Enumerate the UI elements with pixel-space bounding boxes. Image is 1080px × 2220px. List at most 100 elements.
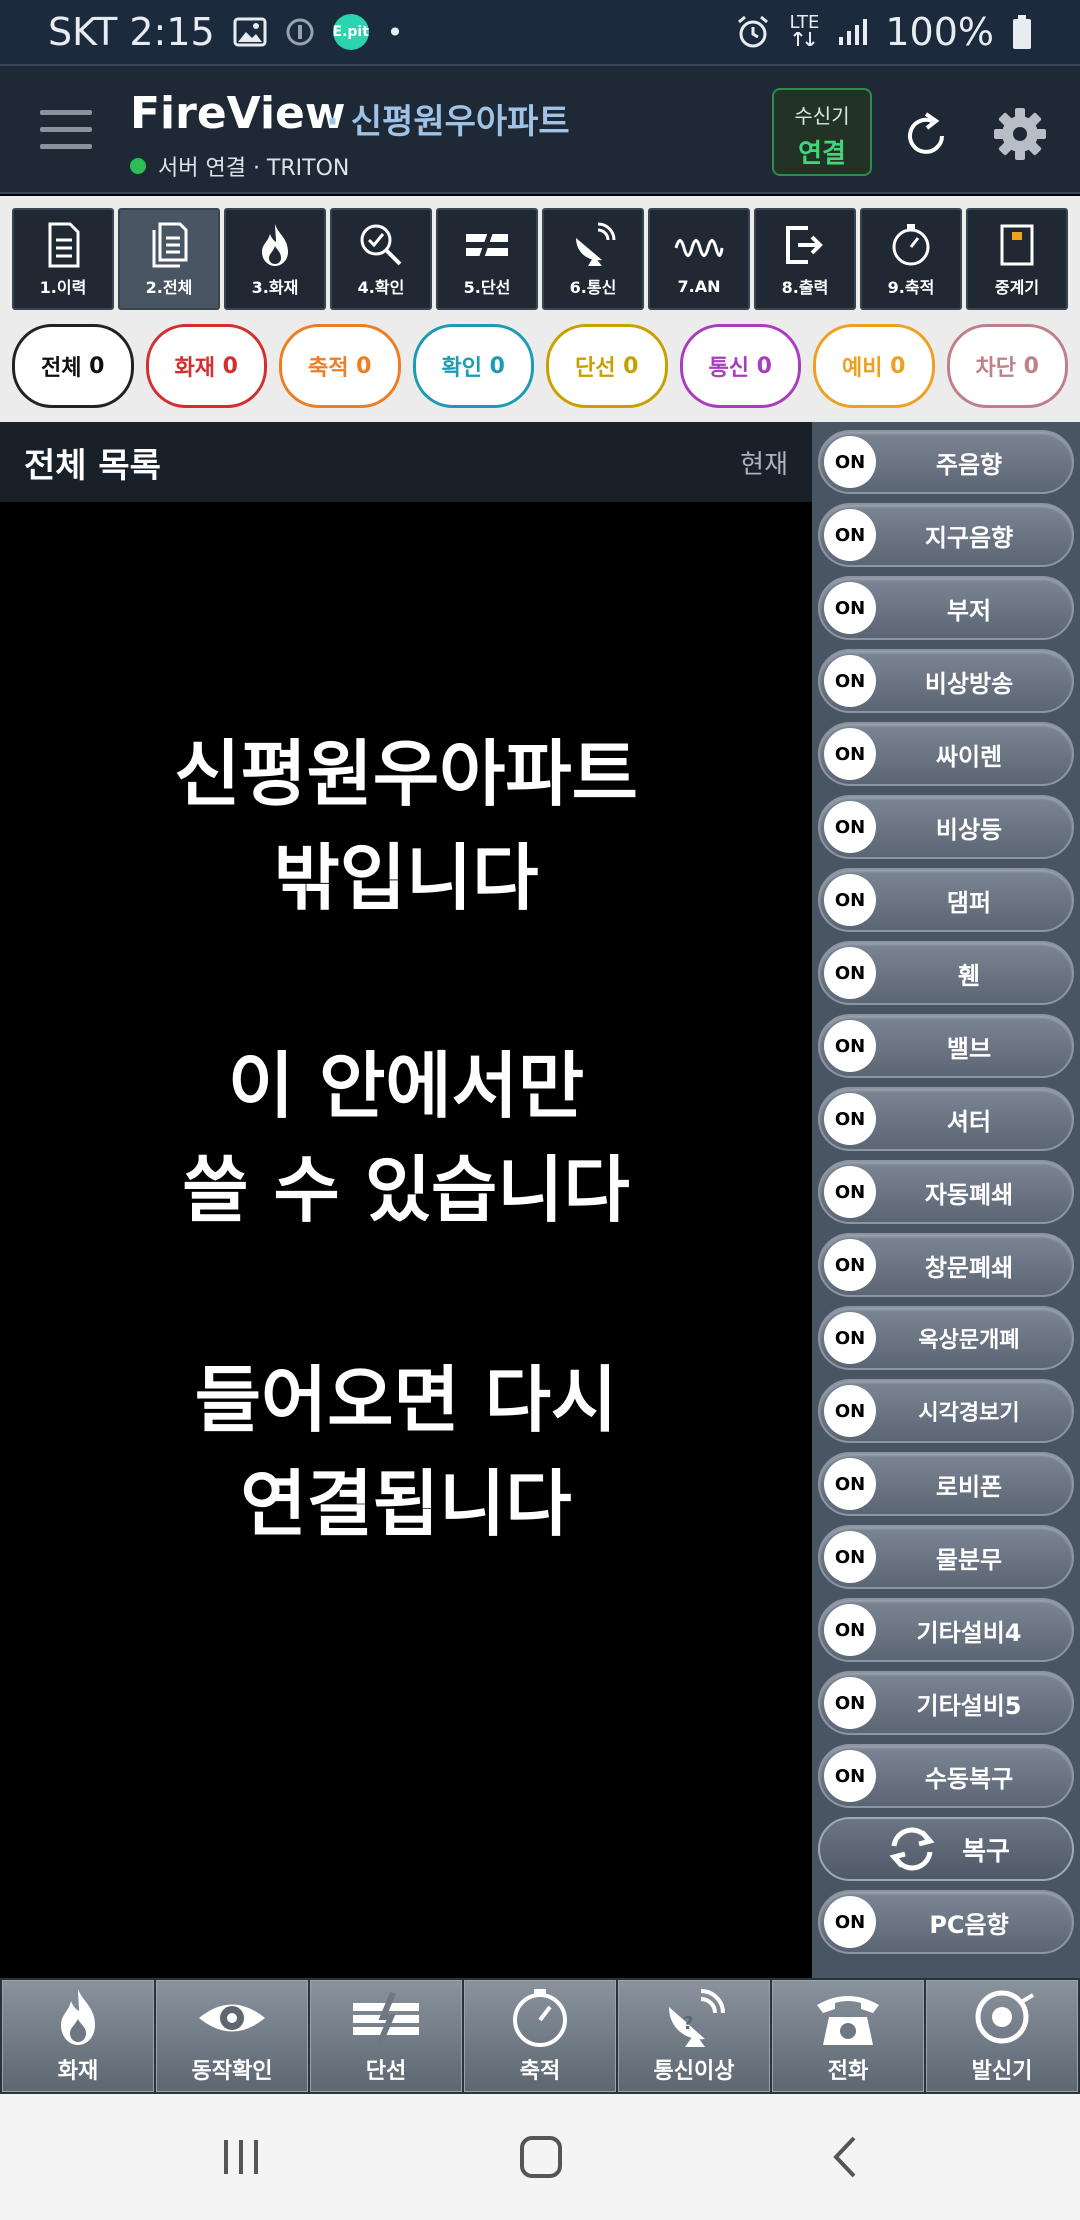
chip-block[interactable]: 차단 0 [946,324,1068,408]
switch-auto-close[interactable]: ON 자동폐쇄 [818,1160,1074,1224]
tool-an[interactable]: 7.AN [648,208,750,310]
nav-fire[interactable]: 화재 [2,1980,154,2092]
switch-state: ON [824,1458,876,1510]
switch-state: ON [824,1020,876,1072]
switch-emergency-light[interactable]: ON 비상등 [818,795,1074,859]
switch-label: 댐퍼 [946,888,992,917]
home-icon[interactable] [516,2132,566,2186]
chip-spare[interactable]: 예비 0 [813,324,935,408]
receiver-label: 수신기 [794,104,850,128]
receiver-status-button[interactable]: 수신기 연결 [772,88,872,176]
nav-label: 단선 [365,2059,407,2084]
lte-indicator: LTE [789,14,819,50]
nav-operation-check[interactable]: 동작확인 [156,1980,308,2092]
refresh-icon[interactable] [896,106,956,166]
switch-label: 셔터 [946,1107,992,1136]
switch-manual-restore[interactable]: ON 수동복구 [818,1744,1074,1808]
transmitter-icon [975,1990,1035,2044]
nav-communication-error[interactable]: ? 통신이상 [618,1980,770,2092]
list-title: 전체 목록 [24,445,161,486]
back-icon[interactable] [822,2132,872,2186]
switch-main-sound[interactable]: ON 주음향 [818,430,1074,494]
switch-state: ON [824,947,876,999]
switch-label: 싸이렌 [935,742,1003,771]
switch-label: 밸브 [946,1034,992,1063]
switch-state: ON [824,1896,876,1948]
switch-label: 옥상문개폐 [918,1328,1020,1353]
switch-label: 휀 [957,961,981,990]
tool-all[interactable]: 2.전체 [118,208,220,310]
chip-disconnect[interactable]: 단선 0 [546,324,668,408]
switch-state: ON [824,1239,876,1291]
switch-state: ON [824,1093,876,1145]
gear-icon[interactable] [990,104,1050,164]
switch-valve[interactable]: ON 밸브 [818,1014,1074,1078]
chip-check[interactable]: 확인 0 [412,324,534,408]
switch-zone-sound[interactable]: ON 지구음향 [818,503,1074,567]
switch-state: ON [824,1166,876,1218]
switch-water-spray[interactable]: ON 물분무 [818,1525,1074,1589]
switch-pc-sound[interactable]: ON PC음향 [818,1890,1074,1954]
switch-state: ON [824,1604,876,1656]
message-line: 신평원우아파트 [174,732,638,816]
nav-label: 통신이상 [653,2059,735,2084]
chip-all[interactable]: 전체 0 [12,324,134,408]
tool-relay[interactable]: 중계기 [966,208,1068,310]
nav-label: 전화 [827,2059,869,2084]
switch-visual-alarm[interactable]: ON 시각경보기 [818,1379,1074,1443]
chip-accumulate[interactable]: 축적 0 [279,324,401,408]
signal-strength-icon [837,17,868,47]
magnifier-check-icon [360,224,402,266]
switch-rooftop-door[interactable]: ON 옥상문개폐 [818,1306,1074,1370]
message-line: 밖입니다 [273,836,539,920]
tool-communication[interactable]: 6.통신 [542,208,644,310]
nav-accumulate[interactable]: 축적 [464,1980,616,2092]
switch-label: PC음향 [929,1910,1009,1939]
tool-disconnect[interactable]: 5.단선 [436,208,538,310]
switch-label: 수동복구 [924,1764,1014,1793]
nav-label: 축적 [519,2059,561,2084]
tool-label: 7.AN [677,276,721,296]
tool-check[interactable]: 4.확인 [330,208,432,310]
switch-window-close[interactable]: ON 창문폐쇄 [818,1233,1074,1297]
switch-fan[interactable]: ON 휀 [818,941,1074,1005]
recent-apps-icon[interactable] [216,2132,266,2186]
nav-telephone[interactable]: 전화 [772,1980,924,2092]
tool-fire[interactable]: 3.화재 [224,208,326,310]
status-filter-chips: 전체 0 화재 0 축적 0 확인 0 단선 0 통신 0 예비 0 차단 0 [0,316,1080,422]
clock-icon [513,1989,567,2047]
chip-communication[interactable]: 통신 0 [679,324,801,408]
switch-panel: ON 주음향 ON 지구음향 ON 부저 ON 비상방송 ON 싸이렌 ON 비상등 ON 댐… [812,422,1080,1978]
switch-other-4[interactable]: ON 기타설비4 [818,1598,1074,1662]
gallery-icon [233,17,267,47]
restore-button[interactable]: 복구 [818,1817,1074,1881]
switch-label: 기타설비5 [916,1691,1022,1720]
tool-label: 중계기 [994,278,1040,297]
tool-accumulate[interactable]: 9.축적 [860,208,962,310]
switch-label: 시각경보기 [918,1401,1020,1426]
switch-state: ON [824,1531,876,1583]
broken-line-icon [466,227,508,263]
chip-fire[interactable]: 화재 0 [145,324,267,408]
switch-siren[interactable]: ON 싸이렌 [818,722,1074,786]
switch-shutter[interactable]: ON 셔터 [818,1087,1074,1151]
switch-emergency-broadcast[interactable]: ON 비상방송 [818,649,1074,713]
bottom-nav: 화재 동작확인 단선 축적 ? 통신이상 전화 발신기 [0,1978,1080,2094]
switch-buzzer[interactable]: ON 부저 [818,576,1074,640]
switch-damper[interactable]: ON 댐퍼 [818,868,1074,932]
tool-label: 4.확인 [357,278,405,297]
clock-icon [892,224,930,266]
tool-output[interactable]: 8.출력 [754,208,856,310]
hamburger-menu-icon[interactable] [40,110,92,150]
tool-history[interactable]: 1.이력 [12,208,114,310]
carrier-time: SKT 2:15 [48,10,215,54]
nav-transmitter[interactable]: 발신기 [926,1980,1078,2092]
switch-label: 지구음향 [924,523,1014,552]
switch-lobby-phone[interactable]: ON 로비폰 [818,1452,1074,1516]
message-line: 쓸 수 있습니다 [182,1148,630,1232]
switch-other-5[interactable]: ON 기타설비5 [818,1671,1074,1735]
switch-state: ON [824,1312,876,1364]
connection-dot-icon [130,158,146,174]
switch-state: ON [824,582,876,634]
nav-disconnect[interactable]: 단선 [310,1980,462,2092]
